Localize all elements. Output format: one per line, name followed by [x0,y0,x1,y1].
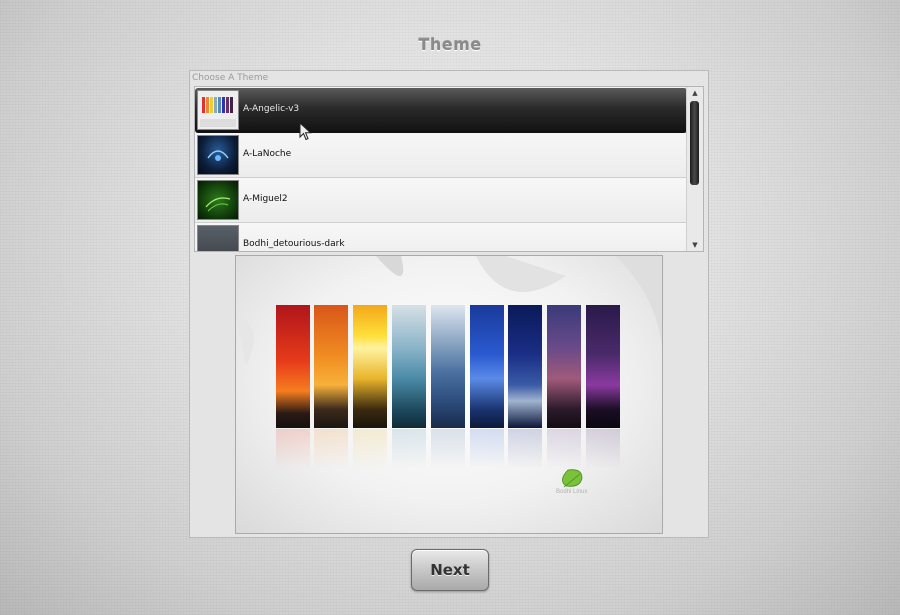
preview-reflection [431,429,465,469]
theme-list-scrollbar[interactable]: ▲ ▼ [686,87,703,251]
preview-strip-6 [470,305,504,428]
preview-reflection [508,429,542,469]
theme-preview-image: Bodhi Linux [235,255,663,534]
svg-text:Bodhi Linux: Bodhi Linux [556,489,587,495]
theme-name: A-LaNoche [243,149,292,159]
theme-list[interactable]: A-Angelic-v3 A-LaNoche A-Miguel2 Bodhi_d… [194,86,704,252]
theme-name: A-Miguel2 [243,194,288,204]
preview-strip-9 [586,305,620,428]
scrollbar-thumb[interactable] [690,101,699,185]
scroll-down-icon[interactable]: ▼ [687,239,703,251]
scroll-up-icon[interactable]: ▲ [687,87,703,99]
theme-thumbnail-a-angelic-v3 [197,90,239,130]
theme-thumbnail-image [205,197,231,212]
preview-reflection [470,429,504,469]
preview-reflection [314,429,348,469]
preview-strip-7 [508,305,542,428]
preview-reflection [353,429,387,469]
theme-list-item-a-angelic-v3[interactable]: A-Angelic-v3 [195,88,687,133]
preview-strip-3 [353,305,387,428]
preview-reflection [586,429,620,469]
theme-thumbnail-image [200,97,236,127]
theme-thumbnail-bodhi-detourious-dark [197,225,239,251]
bodhi-logo: Bodhi Linux [556,469,587,495]
preview-strip-5 [431,305,465,428]
theme-name: Bodhi_detourious-dark [243,239,345,249]
preview-strip-4 [392,305,426,428]
preview-strip-2 [314,305,348,428]
theme-thumbnail-image [207,150,229,161]
theme-list-item-a-lanoche[interactable]: A-LaNoche [195,133,687,178]
preview-reflection [547,429,581,469]
mouse-pointer-icon [299,122,312,141]
theme-thumbnail-a-miguel2 [197,180,239,220]
preview-strip-8 [547,305,581,428]
theme-list-item-bodhi-detourious-dark[interactable]: Bodhi_detourious-dark [195,223,687,251]
preview-reflection [276,429,310,469]
theme-list-item-a-miguel2[interactable]: A-Miguel2 [195,178,687,223]
theme-thumbnail-a-lanoche [197,135,239,175]
theme-group-label: Choose A Theme [192,73,269,83]
preview-strip-1 [276,305,310,428]
page-title: Theme [418,35,482,54]
theme-name: A-Angelic-v3 [243,104,300,114]
next-button[interactable]: Next [411,549,489,591]
preview-reflection [392,429,426,469]
